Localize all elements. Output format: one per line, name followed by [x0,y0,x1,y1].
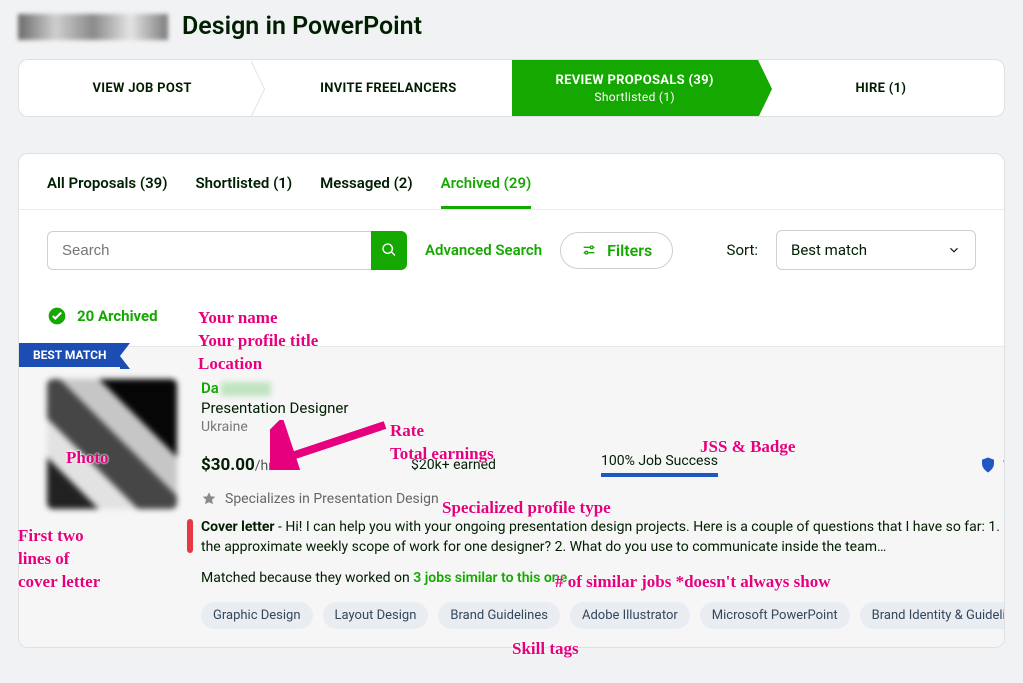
archived-toggle-label: 20 Archived [77,307,158,325]
star-icon [201,491,217,507]
skill-chip[interactable]: Layout Design [323,602,429,629]
top-rated-badge: TOP RATED [979,455,1005,475]
toolbar: Advanced Search Filters Sort: Best match [19,210,1004,290]
chevron-down-icon [947,243,961,257]
step-hire[interactable]: HIRE (1) [758,60,1004,116]
hourly-rate: $30.00/hr [201,455,411,475]
cover-letter-preview: Cover letter - Hi! I can help you with y… [201,517,1005,558]
proposal-tabs: All Proposals (39) Shortlisted (1) Messa… [19,154,1004,210]
sliders-icon [581,242,597,258]
skill-chip[interactable]: Graphic Design [201,602,313,629]
step-sublabel: Shortlisted (1) [594,90,674,104]
tab-archived[interactable]: Archived (29) [441,174,532,209]
step-view-job[interactable]: VIEW JOB POST [19,60,265,116]
total-earned: $20k+ earned [411,457,601,473]
skill-chip[interactable]: Brand Guidelines [438,602,560,629]
check-circle-icon [47,306,67,326]
step-label: INVITE FREELANCERS [320,81,456,96]
search-icon [381,242,397,258]
avatar[interactable] [47,379,177,509]
step-review-proposals[interactable]: REVIEW PROPOSALS (39) Shortlisted (1) [512,60,758,116]
archived-toggle[interactable]: 20 Archived [19,290,1004,346]
tab-messaged[interactable]: Messaged (2) [320,174,413,209]
sort-value: Best match [791,241,867,259]
specialization: Specializes in Presentation Design [201,491,1005,507]
filters-button[interactable]: Filters [560,232,673,269]
freelancer-title: Presentation Designer [201,399,1005,417]
tab-all[interactable]: All Proposals (39) [47,174,167,209]
sort-label: Sort: [727,241,758,259]
advanced-search-link[interactable]: Advanced Search [425,241,542,259]
job-success-score: 100% Job Success [601,453,718,477]
step-invite[interactable]: INVITE FREELANCERS [265,60,511,116]
hiring-stepper: VIEW JOB POST INVITE FREELANCERS REVIEW … [18,59,1005,117]
step-label: VIEW JOB POST [92,81,191,96]
page-title: Design in PowerPoint [182,12,422,41]
proposal-card: BEST MATCH Da Presentation Designer Ukra… [19,346,1004,647]
sort-select[interactable]: Best match [776,230,976,270]
matched-reason: Matched because they worked on 3 jobs si… [201,570,1005,586]
search-input[interactable] [47,231,371,270]
step-label: REVIEW PROPOSALS (39) [556,73,714,88]
skill-chips: Graphic Design Layout Design Brand Guide… [201,602,1005,629]
skill-chip[interactable]: Brand Identity & Guidelines [860,602,1005,629]
freelancer-location: Ukraine [201,419,1005,435]
highlight-mark [187,519,193,553]
filters-label: Filters [607,241,652,260]
skill-chip[interactable]: Adobe Illustrator [570,602,690,629]
redacted-prefix [18,14,168,40]
proposals-panel: All Proposals (39) Shortlisted (1) Messa… [18,153,1005,648]
page-header: Design in PowerPoint [0,0,1023,59]
best-match-badge: BEST MATCH [19,343,120,367]
step-label: HIRE (1) [855,81,906,96]
freelancer-name[interactable]: Da [201,379,1005,397]
similar-jobs-link[interactable]: 3 jobs similar to this one. [413,570,571,586]
search-button[interactable] [371,231,407,270]
shield-icon [979,455,997,475]
tab-shortlisted[interactable]: Shortlisted (1) [195,174,292,209]
skill-chip[interactable]: Microsoft PowerPoint [700,602,850,629]
